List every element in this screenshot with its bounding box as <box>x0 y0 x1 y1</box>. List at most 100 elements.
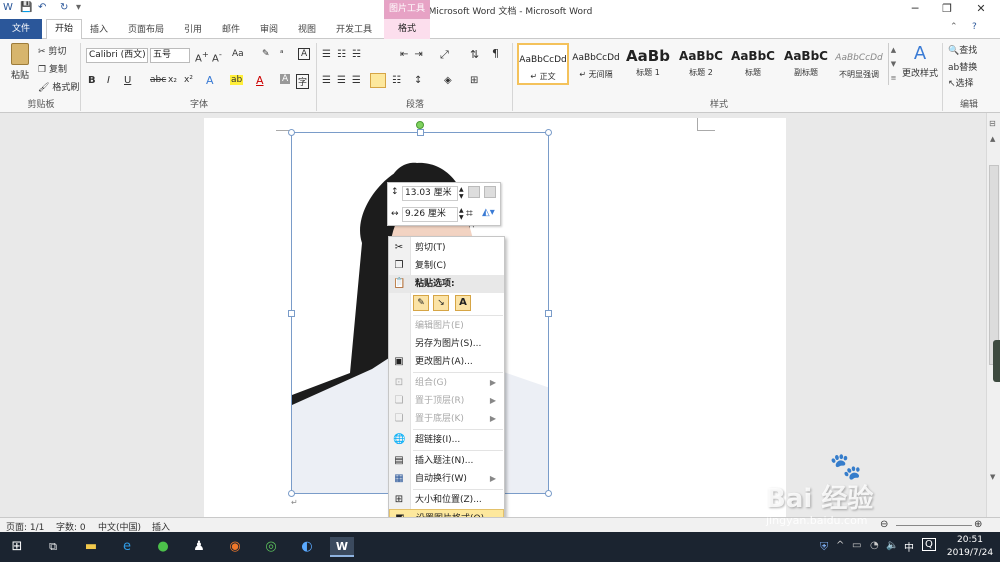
highlight-icon[interactable]: ab <box>230 75 244 85</box>
font-grow-shrink[interactable]: A+ A- <box>195 49 222 64</box>
tab-page-layout[interactable]: 页面布局 <box>128 22 164 35</box>
paste-keep-format-icon[interactable]: ✎ <box>413 295 429 311</box>
clear-formatting-icon[interactable]: ✎ <box>262 49 270 59</box>
style-heading-2[interactable]: AaBbC 标题 2 <box>675 43 727 85</box>
tab-review[interactable]: 审阅 <box>260 22 278 35</box>
rotate-handle[interactable] <box>416 121 424 129</box>
side-widget[interactable] <box>993 340 1000 382</box>
format-painter-button[interactable]: 🖌 格式刷 <box>38 80 79 93</box>
style-heading-1[interactable]: AaBb 标题 1 <box>622 43 674 85</box>
line-spacing-icon[interactable]: ↕ <box>414 75 422 86</box>
font-name-select[interactable]: Calibri (西文) <box>86 48 148 63</box>
menu-item-change-picture[interactable]: ▣ 更改图片(A)... <box>389 353 504 371</box>
word-taskbar-icon[interactable]: W <box>330 537 354 557</box>
send-backward-icon[interactable] <box>484 186 496 198</box>
menu-item-wrap-text[interactable]: ▦ 自动换行(W) ▶ <box>389 470 504 488</box>
ime-indicator[interactable]: 中 <box>904 539 914 554</box>
menu-item-insert-caption[interactable]: ▤ 插入题注(N)... <box>389 452 504 470</box>
paste-merge-icon[interactable]: ↘ <box>433 295 449 311</box>
cut-button[interactable]: ✂ 剪切 <box>38 44 66 57</box>
wechat-icon[interactable]: ● <box>152 537 174 557</box>
change-case-button[interactable]: Aa <box>232 49 244 59</box>
tab-developer[interactable]: 开发工具 <box>336 22 372 35</box>
close-icon[interactable]: ✕ <box>966 2 996 15</box>
volume-icon[interactable]: 🔈 <box>886 540 898 551</box>
align-buttons[interactable]: ☰☰☰ <box>322 75 367 86</box>
file-explorer-icon[interactable]: ▬ <box>80 537 102 557</box>
style-subtle-emphasis[interactable]: AaBbCcDd 不明显强调 <box>833 43 885 85</box>
copy-button[interactable]: ❐ 复制 <box>38 62 67 75</box>
scroll-thumb[interactable] <box>989 165 999 365</box>
ruler-toggle-icon[interactable]: ⊟ <box>989 119 996 128</box>
width-spinner[interactable]: ▲ ▼ <box>459 207 464 221</box>
menu-item-copy[interactable]: ❐ 复制(C) <box>389 257 504 275</box>
underline-icon[interactable]: U <box>124 75 131 86</box>
select-button[interactable]: ↖选择 <box>948 76 974 89</box>
width-input[interactable]: 9.26 厘米 <box>402 207 458 222</box>
resize-handle[interactable] <box>288 129 295 136</box>
resize-handle[interactable] <box>417 129 424 136</box>
360-browser-icon[interactable]: ◎ <box>260 537 282 557</box>
menu-item-cut[interactable]: ✂ 剪切(T) <box>389 239 504 257</box>
char-shading-icon[interactable]: A <box>280 74 291 84</box>
minimize-icon[interactable]: ─ <box>900 2 930 15</box>
style-title[interactable]: AaBbC 标题 <box>727 43 779 85</box>
justify-button-active[interactable] <box>370 73 386 88</box>
find-button[interactable]: 🔍查找 <box>948 43 977 56</box>
scroll-down-icon[interactable]: ▼ <box>990 473 995 481</box>
paste-text-only-icon[interactable]: A <box>455 295 471 311</box>
borders-icon[interactable]: ⊞ <box>470 75 478 86</box>
qq-icon[interactable]: ♟ <box>188 537 210 557</box>
crop-icon[interactable]: ⌗ <box>466 206 473 221</box>
picture-styles-icon[interactable]: ◭▾ <box>482 207 495 218</box>
clock[interactable]: 20:51 2019/7/24 <box>944 534 996 560</box>
network-icon[interactable]: ▭ <box>852 540 861 551</box>
menu-item-size-position[interactable]: ⊞ 大小和位置(Z)... <box>389 491 504 509</box>
subscript-icon[interactable]: x₂ <box>168 75 177 85</box>
tray-chevron-icon[interactable]: ^ <box>836 540 844 551</box>
wifi-icon[interactable]: ◔ <box>870 540 879 551</box>
menu-item-save-as-picture[interactable]: 另存为图片(S)... <box>389 335 504 353</box>
list-buttons[interactable]: ☰☷☵ <box>322 49 367 60</box>
tab-file[interactable]: 文件 <box>0 19 42 39</box>
resize-handle[interactable] <box>288 490 295 497</box>
shield-icon[interactable]: ⛨ <box>820 540 828 554</box>
start-icon[interactable]: ⊞ <box>6 537 28 557</box>
resize-handle[interactable] <box>545 129 552 136</box>
tab-mailings[interactable]: 邮件 <box>222 22 240 35</box>
height-input[interactable]: 13.03 厘米 <box>402 186 458 201</box>
menu-item-group[interactable]: ⊡ 组合(G) ▶ <box>389 374 504 392</box>
menu-item-edit-picture[interactable]: 编辑图片(E) <box>389 317 504 335</box>
phonetic-guide-icon[interactable]: ᵃ <box>280 49 284 59</box>
resize-handle[interactable] <box>288 310 295 317</box>
style-subtitle[interactable]: AaBbC 副标题 <box>780 43 832 85</box>
italic-icon[interactable]: I <box>107 75 110 86</box>
tab-view[interactable]: 视图 <box>298 22 316 35</box>
task-view-icon[interactable]: ⧉ <box>42 537 64 557</box>
font-size-select[interactable]: 五号 <box>150 48 190 63</box>
resize-handle[interactable] <box>545 490 552 497</box>
style-normal[interactable]: AaBbCcDd ↵ 正文 <box>517 43 569 85</box>
text-effects-icon[interactable]: A <box>206 74 214 87</box>
enclose-char-icon[interactable]: 字 <box>296 74 310 89</box>
menu-item-hyperlink[interactable]: 🌐 超链接(I)... <box>389 431 504 449</box>
collapse-ribbon-icon[interactable]: ⌃ <box>950 22 958 32</box>
help-icon[interactable]: ? <box>972 22 977 32</box>
shading-icon[interactable]: ◈ <box>444 75 452 86</box>
menu-item-bring-to-front[interactable]: ❏ 置于顶层(R) ▶ <box>389 392 504 410</box>
ie-icon[interactable]: e <box>116 537 138 557</box>
superscript-icon[interactable]: x² <box>184 75 193 85</box>
tab-insert[interactable]: 插入 <box>90 22 108 35</box>
indent-buttons[interactable]: ⇤⇥ <box>400 49 429 60</box>
pilcrow-icon[interactable]: ¶ <box>492 47 499 60</box>
height-spinner[interactable]: ▲ ▼ <box>459 186 464 200</box>
bring-forward-icon[interactable] <box>468 186 480 198</box>
font-color-icon[interactable]: A <box>256 74 264 87</box>
menu-item-send-to-back[interactable]: ❏ 置于底层(K) ▶ <box>389 410 504 428</box>
sort-icon[interactable]: ⇅ <box>470 48 479 61</box>
distributed-icon[interactable]: ☷ <box>392 75 401 86</box>
ime-mode-icon[interactable]: Q <box>922 538 936 551</box>
browser-icon[interactable]: ◐ <box>296 537 318 557</box>
tab-references[interactable]: 引用 <box>184 22 202 35</box>
replace-button[interactable]: ab替换 <box>948 60 977 73</box>
